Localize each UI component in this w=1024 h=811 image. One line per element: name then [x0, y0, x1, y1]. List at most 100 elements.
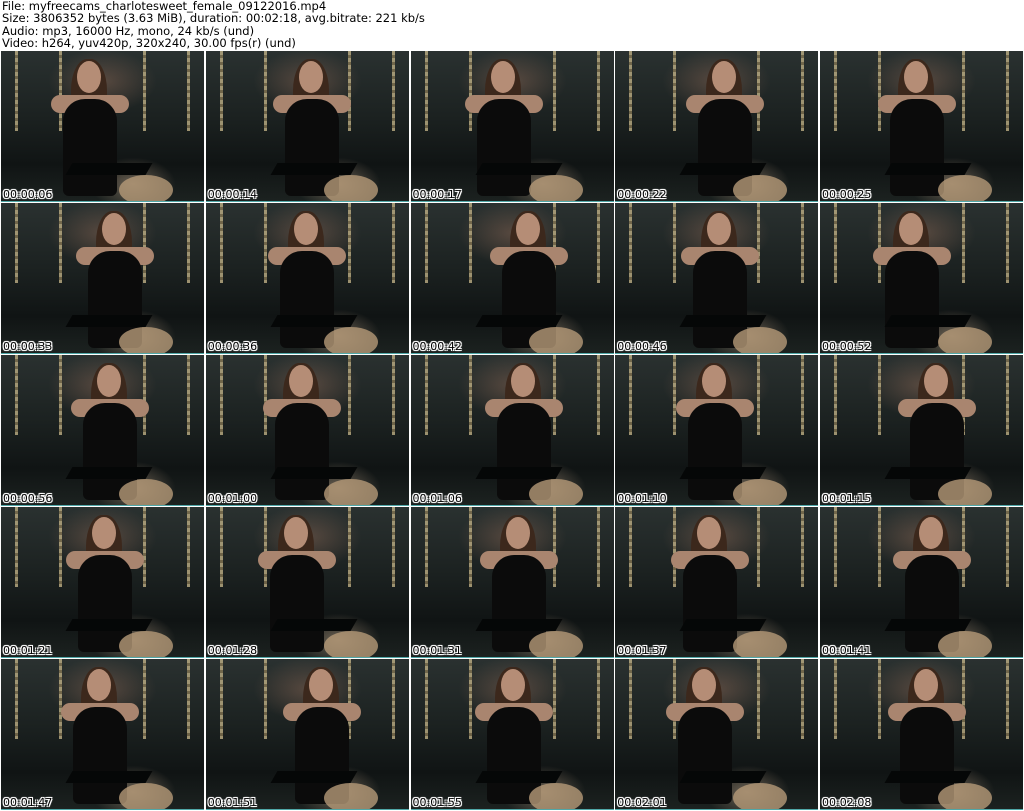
video-info-line: Video: h264, yuv420p, 320x240, 30.00 fps…: [2, 36, 296, 51]
knee-shape: [528, 479, 583, 506]
rope-decoration: [468, 51, 472, 131]
keyboard-shape: [884, 315, 972, 327]
knee-shape: [733, 327, 788, 354]
rope-decoration: [187, 203, 190, 283]
keyboard-shape: [65, 163, 153, 175]
rope-decoration: [878, 659, 881, 739]
rope-decoration: [468, 355, 472, 435]
video-thumbnail[interactable]: 00:01:55: [410, 659, 614, 810]
rope-decoration: [424, 659, 428, 739]
person-figure: [479, 515, 558, 652]
thumbnail-timestamp: 00:00:06: [3, 188, 53, 201]
video-thumbnail[interactable]: 00:00:06: [1, 51, 204, 202]
rope-decoration: [391, 507, 395, 587]
rope-decoration: [59, 507, 62, 587]
keyboard-shape: [270, 163, 358, 175]
keyboard-shape: [65, 315, 153, 327]
video-thumbnail[interactable]: 00:01:37: [615, 507, 819, 658]
keyboard-shape: [475, 771, 562, 783]
keyboard-shape: [475, 467, 562, 479]
video-thumbnail[interactable]: 00:01:06: [410, 355, 614, 506]
thumbnail-timestamp: 00:01:51: [207, 796, 258, 809]
keyboard-shape: [679, 467, 767, 479]
rope-decoration: [596, 203, 600, 283]
rope-decoration: [962, 659, 965, 739]
figure-body: [678, 707, 733, 804]
thumbnail-timestamp: 00:01:21: [3, 644, 53, 657]
rope-decoration: [143, 51, 146, 131]
rope-decoration: [757, 203, 761, 283]
rope-decoration: [263, 659, 267, 739]
rope-decoration: [219, 507, 223, 587]
video-thumbnail[interactable]: 00:00:42: [410, 203, 614, 354]
knee-shape: [323, 783, 378, 810]
video-thumbnail[interactable]: 00:00:25: [820, 51, 1023, 202]
thumbnail-timestamp: 00:02:01: [617, 796, 667, 809]
person-figure: [671, 515, 750, 652]
video-thumbnail[interactable]: 00:01:31: [410, 507, 614, 658]
person-figure: [888, 667, 966, 804]
rope-decoration: [391, 51, 395, 131]
figure-body: [688, 403, 743, 500]
video-thumbnail[interactable]: 00:00:36: [205, 203, 409, 354]
figure-body: [269, 555, 324, 652]
video-thumbnail[interactable]: 00:01:15: [820, 355, 1023, 506]
video-thumbnail[interactable]: 00:00:22: [615, 51, 819, 202]
rope-decoration: [263, 51, 267, 131]
video-thumbnail[interactable]: 00:01:21: [1, 507, 204, 658]
figure-head: [515, 213, 540, 245]
figure-body: [73, 707, 127, 804]
rope-decoration: [878, 507, 881, 587]
video-thumbnail[interactable]: 00:01:28: [205, 507, 409, 658]
knee-shape: [938, 479, 992, 506]
rope-decoration: [629, 507, 633, 587]
thumbnail-timestamp: 00:00:42: [412, 340, 462, 353]
rope-decoration: [552, 507, 556, 587]
rope-decoration: [962, 51, 965, 131]
rope-decoration: [263, 355, 267, 435]
rope-decoration: [962, 507, 965, 587]
rope-decoration: [468, 659, 472, 739]
thumbnail-timestamp: 00:00:14: [207, 188, 258, 201]
thumbnail-timestamp: 00:01:15: [822, 492, 872, 505]
thumbnail-timestamp: 00:00:36: [207, 340, 258, 353]
rope-decoration: [757, 659, 761, 739]
person-figure: [66, 515, 144, 652]
person-figure: [61, 667, 139, 804]
video-thumbnail[interactable]: 00:01:41: [820, 507, 1023, 658]
video-thumbnail[interactable]: 00:00:46: [615, 203, 819, 354]
rope-decoration: [143, 507, 146, 587]
keyboard-shape: [884, 771, 972, 783]
person-figure: [262, 363, 341, 500]
figure-head: [904, 61, 928, 93]
thumbnail-timestamp: 00:00:56: [3, 492, 53, 505]
video-thumbnail[interactable]: 00:01:10: [615, 355, 819, 506]
rope-decoration: [59, 355, 62, 435]
thumbnail-timestamp: 00:01:55: [412, 796, 462, 809]
keyboard-shape: [270, 771, 358, 783]
knee-shape: [938, 783, 992, 810]
size-duration-line: Size: 3806352 bytes (3.63 MiB), duration…: [2, 11, 425, 26]
rope-decoration: [15, 355, 18, 435]
rope-decoration: [1006, 507, 1009, 587]
video-thumbnail[interactable]: 00:00:17: [410, 51, 614, 202]
figure-body: [476, 99, 531, 196]
video-thumbnail[interactable]: 00:00:33: [1, 203, 204, 354]
video-thumbnail[interactable]: 00:00:56: [1, 355, 204, 506]
video-thumbnail[interactable]: 00:02:01: [615, 659, 819, 810]
thumbnail-timestamp: 00:01:37: [617, 644, 667, 657]
video-thumbnail[interactable]: 00:01:51: [205, 659, 409, 810]
figure-head: [298, 61, 323, 93]
figure-head: [87, 669, 111, 701]
person-figure: [878, 59, 956, 196]
rope-decoration: [673, 355, 677, 435]
thumbnail-timestamp: 00:00:46: [617, 340, 667, 353]
knee-shape: [323, 631, 378, 658]
video-thumbnail[interactable]: 00:00:52: [820, 203, 1023, 354]
video-thumbnail[interactable]: 00:01:00: [205, 355, 409, 506]
video-thumbnail[interactable]: 00:02:08: [820, 659, 1023, 810]
video-thumbnail[interactable]: 00:01:47: [1, 659, 204, 810]
video-thumbnail[interactable]: 00:00:14: [205, 51, 409, 202]
rope-decoration: [552, 51, 556, 131]
rope-decoration: [219, 203, 223, 283]
